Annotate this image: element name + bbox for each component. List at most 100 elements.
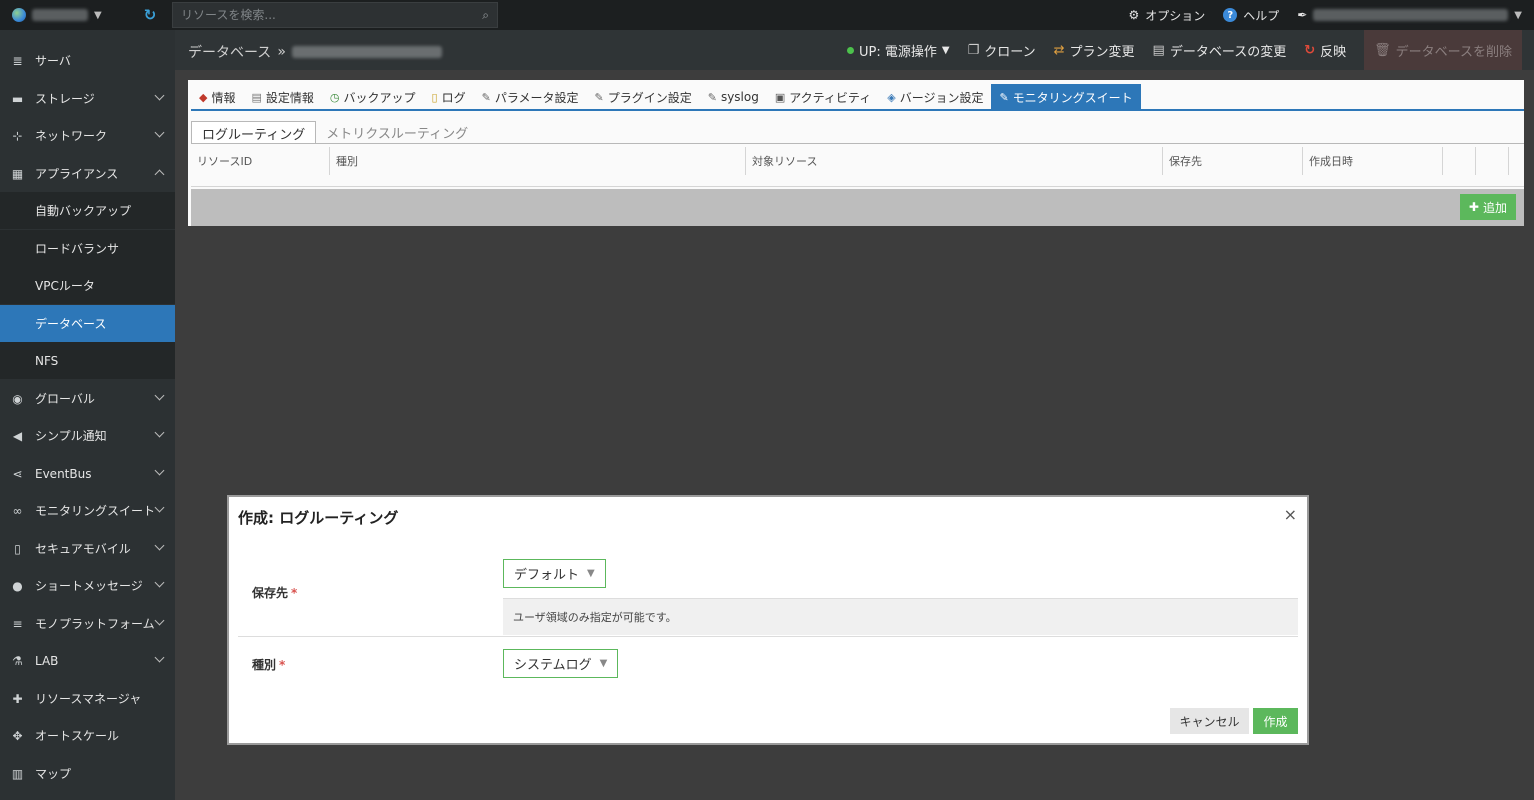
caret-down-icon: ▼ [1514, 9, 1522, 21]
flask-icon: ⚗ [12, 653, 23, 668]
subtab-log-routing[interactable]: ログルーティング [191, 121, 317, 144]
puzzle-icon: ✚ [12, 691, 23, 706]
chevron-down-icon [154, 540, 165, 551]
subtab-metrics-routing[interactable]: メトリクスルーティング [316, 121, 478, 144]
sidebar-item-network[interactable]: ⊹ ネットワーク [0, 117, 175, 154]
sidebar-item-simple-notification[interactable]: ◀ シンプル通知 [0, 417, 175, 454]
clone-button[interactable]: ❐ クローン [968, 41, 1036, 60]
power-menu-button[interactable]: UP: 電源操作 ▼ [847, 41, 950, 60]
create-log-routing-dialog: 作成: ログルーティング × 保存先 * デフォルト ▼ ユーザ領域のみ指定が可能… [227, 495, 1309, 745]
tab-underline [191, 109, 1524, 111]
subtab-underline [191, 143, 1524, 144]
zone-name-redacted [32, 9, 88, 21]
sidebar-item-mono-platform[interactable]: ≡ モノプラットフォーム [0, 605, 175, 642]
search-icon[interactable]: ⌕ [482, 8, 489, 23]
zone-selector[interactable]: ▼ [12, 5, 102, 25]
caret-down-icon: ▼ [941, 44, 950, 56]
map-icon: ▥ [11, 766, 24, 781]
chevron-up-icon [154, 169, 165, 180]
info-icon: ◆ [199, 90, 208, 104]
column-header-target-resource[interactable]: 対象リソース [746, 147, 1163, 175]
dialog-title: 作成: ログルーティング [238, 509, 399, 527]
arrows-icon: ✥ [12, 728, 23, 743]
account-name-redacted [1313, 9, 1509, 21]
tab-log[interactable]: ▯ ログ [424, 84, 474, 110]
log-icon: ▯ [431, 90, 438, 104]
column-header-type[interactable]: 種別 [330, 147, 746, 175]
sidebar-item-global[interactable]: ◉ グローバル [0, 380, 175, 417]
sidebar-item-database[interactable]: データベース [0, 305, 175, 342]
help-button[interactable]: ? ヘルプ [1223, 7, 1279, 24]
account-menu[interactable]: ✒ ▼ [1297, 8, 1522, 22]
globe-icon [12, 8, 26, 22]
dropdown-arrow-icon: ▼ [599, 658, 608, 669]
close-icon[interactable]: × [1284, 505, 1297, 524]
help-icon: ? [1223, 8, 1238, 22]
column-header-created-at[interactable]: 作成日時 [1303, 147, 1443, 175]
delete-database-button[interactable]: 🗑 データベースを削除 [1364, 30, 1522, 70]
sidebar-item-nfs[interactable]: NFS [0, 342, 175, 379]
caret-down-icon: ▼ [94, 9, 102, 21]
cancel-button[interactable]: キャンセル [1170, 708, 1249, 734]
type-select[interactable]: システムログ ▼ [503, 649, 619, 678]
tab-info[interactable]: ◆ 情報 [191, 84, 243, 110]
status-up-icon [847, 46, 855, 54]
sidebar-item-auto-backup[interactable]: 自動バックアップ [0, 192, 175, 229]
sidebar-item-map[interactable]: ▥ マップ [0, 755, 175, 792]
sidebar-item-monitoring-suite[interactable]: ∞ モニタリングスイート [0, 492, 175, 529]
server-icon: ≣ [12, 53, 23, 68]
chevron-down-icon [154, 127, 165, 138]
chevron-down-icon [154, 652, 165, 663]
appliance-icon: ▦ [11, 166, 24, 181]
sidebar-item-autoscale[interactable]: ✥ オートスケール [0, 717, 175, 754]
tab-activity[interactable]: ▣ アクティビティ [767, 84, 879, 110]
detail-panel: ◆ 情報 ▤ 設定情報 ◷ バックアップ ▯ ログ ✎ パラメータ設定 ✎ プラグイン設定 … [188, 80, 1524, 226]
tab-version-settings[interactable]: ◈ バージョン設定 [879, 84, 991, 110]
tab-plugin-settings[interactable]: ✎ プラグイン設定 [586, 84, 699, 110]
add-button[interactable]: ✚ 追加 [1459, 194, 1516, 220]
search-input[interactable] [181, 8, 471, 22]
wrench-icon: ✎ [999, 90, 1009, 104]
storage-icon: ▬ [11, 91, 24, 106]
sidebar-item-short-message[interactable]: ● ショートメッセージ [0, 567, 175, 604]
column-header-resource-id[interactable]: リソースID [191, 147, 330, 175]
tab-settings-info[interactable]: ▤ 設定情報 [243, 84, 321, 110]
sidebar-item-resource-manager[interactable]: ✚ リソースマネージャ [0, 680, 175, 717]
settings-info-icon: ▤ [251, 90, 262, 104]
content-header: データベース » UP: 電源操作 ▼ ❐ クローン ⇄ プラン変更 ▤ データ… [175, 30, 1534, 70]
refresh-icon[interactable]: ↻ [140, 5, 160, 25]
apply-button[interactable]: ↻ 反映 [1304, 41, 1346, 60]
tab-parameter-settings[interactable]: ✎ パラメータ設定 [474, 84, 587, 110]
tab-syslog[interactable]: ✎ syslog [700, 84, 767, 110]
wrench-icon: ✎ [594, 90, 604, 104]
megaphone-icon: ◀ [12, 428, 23, 443]
sidebar-item-lab[interactable]: ⚗ LAB [0, 642, 175, 679]
resource-name-redacted [291, 46, 442, 58]
trash-icon: 🗑 [1374, 42, 1391, 58]
network-icon: ⊹ [12, 128, 23, 143]
destination-select[interactable]: デフォルト ▼ [503, 559, 606, 588]
db-change-button[interactable]: ▤ データベースの変更 [1153, 41, 1287, 60]
sidebar-item-storage[interactable]: ▬ ストレージ [0, 80, 175, 117]
sidebar-item-server[interactable]: ≣ サーバ [0, 42, 175, 79]
routing-table-header: リソースID 種別 対象リソース 保存先 作成日時 [191, 147, 1524, 187]
sidebar-item-eventbus[interactable]: ⋖ EventBus [0, 455, 175, 492]
breadcrumb-separator: » [277, 44, 286, 60]
sidebar-item-secure-mobile[interactable]: ▯ セキュアモバイル [0, 530, 175, 567]
create-button[interactable]: 作成 [1253, 708, 1298, 734]
resource-search[interactable]: ⌕ [172, 2, 498, 28]
tab-monitoring-suite[interactable]: ✎ モニタリングスイート [991, 84, 1141, 110]
sidebar-item-appliance[interactable]: ▦ アプライアンス [0, 155, 175, 192]
options-button[interactable]: ⚙ オプション [1128, 7, 1205, 24]
sidebar-item-vpc-router[interactable]: VPCルータ [0, 267, 175, 304]
plan-change-button[interactable]: ⇄ プラン変更 [1054, 41, 1135, 60]
breadcrumb-root[interactable]: データベース [188, 42, 271, 62]
list-icon: ≡ [12, 616, 23, 631]
sidebar-item-load-balancer[interactable]: ロードバランサ [0, 230, 175, 267]
detail-tabs: ◆ 情報 ▤ 設定情報 ◷ バックアップ ▯ ログ ✎ パラメータ設定 ✎ プラグイン設定 … [191, 84, 1141, 110]
top-bar: ▼ ↻ ⌕ ⚙ オプション ? ヘルプ ✒ ▼ [0, 0, 1534, 30]
breadcrumb: データベース » [188, 42, 442, 62]
monitor-icon: ▣ [774, 90, 786, 104]
tab-backup[interactable]: ◷ バックアップ [322, 84, 424, 110]
column-header-destination[interactable]: 保存先 [1163, 147, 1303, 175]
